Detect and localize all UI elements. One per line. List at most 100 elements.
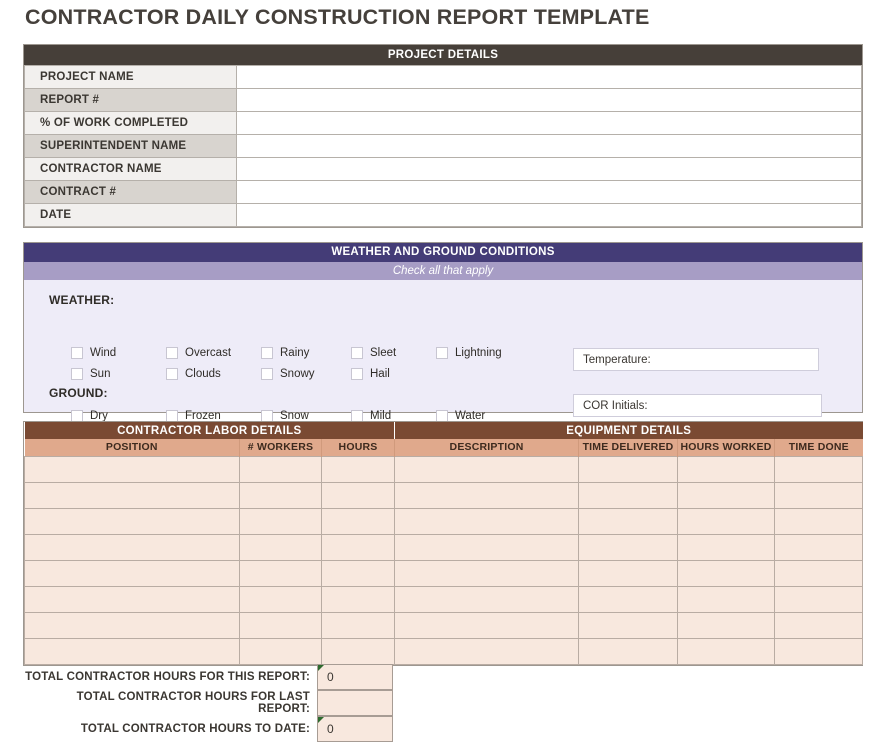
checkbox-wind[interactable]: Wind	[71, 347, 116, 359]
cell-time-delivered[interactable]	[578, 455, 679, 483]
column-header-workers: # WORKERS	[239, 439, 322, 456]
total-hours-this-report-field[interactable]: 0	[317, 664, 393, 690]
cell-time-delivered[interactable]	[578, 559, 679, 587]
cor-initials-field[interactable]: COR Initials:	[573, 394, 822, 417]
cell-description[interactable]	[394, 481, 580, 509]
temperature-field[interactable]: Temperature:	[573, 348, 819, 371]
cell-hours-worked[interactable]	[677, 559, 776, 587]
project-details-table: PROJECT NAME REPORT # % OF WORK COMPLETE…	[24, 65, 862, 227]
checkbox-box-icon[interactable]	[166, 347, 178, 359]
cell-workers[interactable]	[239, 533, 322, 561]
cell-hours[interactable]	[320, 637, 396, 665]
cell-workers[interactable]	[239, 559, 322, 587]
checkbox-box-icon[interactable]	[351, 347, 363, 359]
project-name-field[interactable]	[236, 65, 862, 89]
ground-group-label: GROUND:	[49, 386, 108, 400]
cell-time-done[interactable]	[774, 455, 864, 483]
cell-position[interactable]	[24, 507, 240, 535]
checkbox-box-icon[interactable]	[436, 347, 448, 359]
cell-hours[interactable]	[320, 533, 396, 561]
cell-hours[interactable]	[320, 559, 396, 587]
checkbox-snowy[interactable]: Snowy	[261, 368, 315, 380]
percent-work-completed-field[interactable]	[236, 111, 862, 135]
cell-hours[interactable]	[320, 455, 396, 483]
cell-time-delivered[interactable]	[578, 533, 679, 561]
cell-time-done[interactable]	[774, 507, 864, 535]
cell-time-done[interactable]	[774, 481, 864, 509]
cell-hours-worked[interactable]	[677, 455, 776, 483]
contractor-name-label: CONTRACTOR NAME	[24, 157, 237, 181]
cell-time-delivered[interactable]	[578, 507, 679, 535]
table-row	[24, 507, 864, 535]
cell-description[interactable]	[394, 559, 580, 587]
cell-time-done[interactable]	[774, 637, 864, 665]
total-hours-to-date-field[interactable]: 0	[317, 716, 393, 742]
date-field[interactable]	[236, 203, 862, 227]
checkbox-overcast[interactable]: Overcast	[166, 347, 231, 359]
superintendent-name-field[interactable]	[236, 134, 862, 158]
cell-hours-worked[interactable]	[677, 507, 776, 535]
report-number-field[interactable]	[236, 88, 862, 112]
cell-workers[interactable]	[239, 637, 322, 665]
cell-workers[interactable]	[239, 611, 322, 639]
cell-description[interactable]	[394, 585, 580, 613]
checkbox-sleet[interactable]: Sleet	[351, 347, 396, 359]
cell-workers[interactable]	[239, 455, 322, 483]
checkbox-box-icon[interactable]	[351, 368, 363, 380]
contract-number-field[interactable]	[236, 180, 862, 204]
checkbox-rainy[interactable]: Rainy	[261, 347, 309, 359]
checkbox-label: Lightning	[455, 347, 502, 359]
checkbox-label: Clouds	[185, 368, 221, 380]
checkbox-box-icon[interactable]	[261, 347, 273, 359]
cell-time-delivered[interactable]	[578, 481, 679, 509]
cell-position[interactable]	[24, 559, 240, 587]
cell-hours-worked[interactable]	[677, 637, 776, 665]
cell-description[interactable]	[394, 611, 580, 639]
checkbox-box-icon[interactable]	[71, 347, 83, 359]
cell-workers[interactable]	[239, 585, 322, 613]
total-hours-last-report-field[interactable]	[317, 690, 393, 716]
checkbox-box-icon[interactable]	[166, 368, 178, 380]
cell-time-delivered[interactable]	[578, 585, 679, 613]
cell-description[interactable]	[394, 507, 580, 535]
cell-hours-worked[interactable]	[677, 585, 776, 613]
cell-hours[interactable]	[320, 611, 396, 639]
cell-hours[interactable]	[320, 585, 396, 613]
cell-workers[interactable]	[239, 507, 322, 535]
table-row	[24, 585, 864, 613]
cell-position[interactable]	[24, 455, 240, 483]
checkbox-box-icon[interactable]	[71, 368, 83, 380]
cell-hours-worked[interactable]	[677, 533, 776, 561]
checkbox-label: Rainy	[280, 347, 310, 359]
checkbox-sun[interactable]: Sun	[71, 368, 110, 380]
cell-hours[interactable]	[320, 507, 396, 535]
contractor-name-field[interactable]	[236, 157, 862, 181]
cell-position[interactable]	[24, 611, 240, 639]
cell-hours[interactable]	[320, 481, 396, 509]
cell-position[interactable]	[24, 585, 240, 613]
cell-time-delivered[interactable]	[578, 611, 679, 639]
cell-workers[interactable]	[239, 481, 322, 509]
report-number-label: REPORT #	[24, 88, 237, 112]
cell-hours-worked[interactable]	[677, 611, 776, 639]
checkbox-box-icon[interactable]	[261, 368, 273, 380]
total-hours-this-report-value: 0	[327, 670, 334, 684]
cell-description[interactable]	[394, 455, 580, 483]
cell-position[interactable]	[24, 533, 240, 561]
cell-description[interactable]	[394, 533, 580, 561]
cell-time-done[interactable]	[774, 559, 864, 587]
cell-time-delivered[interactable]	[578, 637, 679, 665]
cell-time-done[interactable]	[774, 533, 864, 561]
weather-group-label: WEATHER:	[49, 293, 115, 307]
cell-time-done[interactable]	[774, 611, 864, 639]
checkbox-hail[interactable]: Hail	[351, 368, 390, 380]
cell-description[interactable]	[394, 637, 580, 665]
cell-time-done[interactable]	[774, 585, 864, 613]
cell-position[interactable]	[24, 481, 240, 509]
table-row: DATE	[24, 203, 862, 227]
weather-conditions-section: WEATHER AND GROUND CONDITIONS Check all …	[23, 242, 863, 422]
cell-position[interactable]	[24, 637, 240, 665]
checkbox-lightning[interactable]: Lightning	[436, 347, 502, 359]
cell-hours-worked[interactable]	[677, 481, 776, 509]
checkbox-clouds[interactable]: Clouds	[166, 368, 221, 380]
